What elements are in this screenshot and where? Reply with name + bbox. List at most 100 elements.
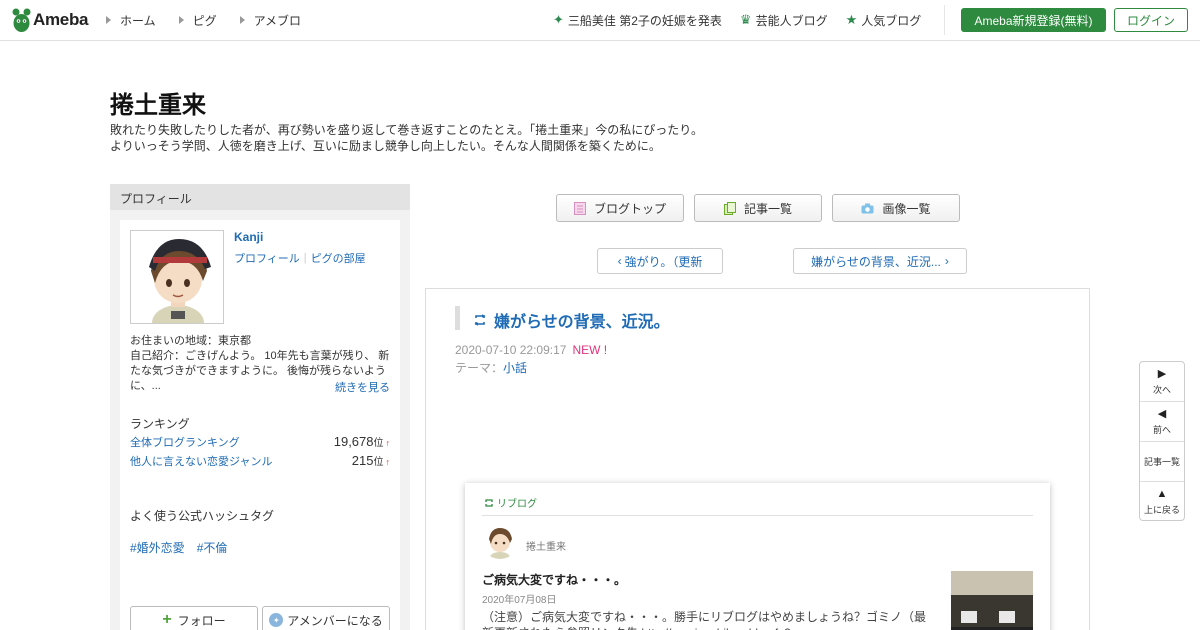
trend-up-icon: ↑ bbox=[385, 457, 391, 467]
reblog-author[interactable]: 捲土重来 bbox=[526, 538, 566, 553]
ranking-value: 215位 ↑ bbox=[352, 453, 390, 468]
ranking-value: 19,678位 ↑ bbox=[334, 434, 390, 449]
header-divider bbox=[944, 5, 945, 35]
prev-article-label: 強がり。（更新 bbox=[624, 254, 703, 269]
side-navigation: ▶ 次へ ◀ 前へ 記事一覧 ▲ 上に戻る bbox=[1139, 361, 1185, 521]
login-button[interactable]: ログイン bbox=[1114, 8, 1188, 32]
reblog-icon bbox=[474, 314, 486, 326]
ranking-number: 215 bbox=[351, 453, 374, 468]
article-list-side-button[interactable]: 記事一覧 bbox=[1140, 442, 1184, 482]
star-icon: ★ bbox=[845, 12, 858, 27]
global-header: Ameba ホーム ピグ アメブロ ✦ 三船美佳 第2子の妊娠を発表 ♛ 芸能人ブロ… bbox=[0, 0, 1200, 41]
image-list-button[interactable]: 画像一覧 bbox=[832, 194, 960, 222]
popular-blog-label: 人気ブログ bbox=[861, 13, 922, 28]
next-button[interactable]: ▶ 次へ bbox=[1140, 362, 1184, 402]
nav-pigg[interactable]: ピグ bbox=[178, 12, 217, 29]
reblog-thumbnail[interactable] bbox=[951, 571, 1033, 630]
prev-button[interactable]: ◀ 前へ bbox=[1140, 402, 1184, 442]
prev-article-link[interactable]: ‹ 強がり。（更新 bbox=[597, 248, 723, 274]
hashtag-list: #婚外恋愛 #不倫 bbox=[130, 539, 227, 556]
triangle-right-icon bbox=[106, 16, 111, 24]
ranking-unit: 位 bbox=[373, 438, 384, 449]
link-separator: | bbox=[303, 252, 307, 264]
avatar-image bbox=[482, 523, 518, 559]
amember-button[interactable]: ✦ アメンバーになる bbox=[262, 606, 390, 630]
pigg-room-link[interactable]: ピグの部屋 bbox=[311, 250, 366, 266]
ranking-label[interactable]: 他人に言えない恋愛ジャンル bbox=[130, 453, 272, 469]
chevron-left-icon: ‹ bbox=[617, 254, 622, 268]
triangle-right-icon bbox=[178, 16, 184, 24]
blog-description-line: よりいっそう学問、人徳を磨き上げ、互いに励まし競争し向上したい。そんな人間関係を… bbox=[110, 139, 661, 153]
read-more-link[interactable]: 続きを見る bbox=[335, 379, 390, 395]
logo-text: Ameba bbox=[33, 10, 89, 29]
ranking-title: ランキング bbox=[130, 417, 190, 431]
ranking-number: 19,678 bbox=[333, 434, 374, 449]
ranking-row: 全体ブログランキング 19,678位 ↑ bbox=[130, 434, 390, 450]
crown-icon: ♛ bbox=[739, 12, 752, 27]
new-badge: NEW ! bbox=[572, 343, 608, 357]
next-label: 次へ bbox=[1152, 384, 1171, 395]
celebrity-blog-link[interactable]: ♛ 芸能人ブログ bbox=[740, 12, 828, 29]
celebrity-blog-label: 芸能人ブログ bbox=[755, 13, 828, 28]
ranking-unit: 位 bbox=[373, 457, 384, 468]
title-accent-bar bbox=[455, 306, 460, 330]
nav-ameblo[interactable]: アメブロ bbox=[239, 12, 302, 29]
profile-links: プロフィール | ピグの部屋 bbox=[234, 250, 366, 266]
image-list-label: 画像一覧 bbox=[882, 201, 931, 216]
article-list-button[interactable]: 記事一覧 bbox=[694, 194, 822, 222]
divider bbox=[482, 515, 1033, 516]
blog-top-button[interactable]: ブログトップ bbox=[556, 194, 684, 222]
document-icon bbox=[573, 201, 586, 215]
plus-icon: + bbox=[162, 611, 172, 628]
ranking-row: 他人に言えない恋愛ジャンル 215位 ↑ bbox=[130, 453, 390, 469]
article-meta: 2020-07-10 22:09:17 NEW ! bbox=[455, 343, 607, 357]
nav-pigg-label: ピグ bbox=[192, 13, 217, 28]
profile-name[interactable]: Kanji bbox=[234, 230, 263, 244]
follow-button[interactable]: + フォロー bbox=[130, 606, 258, 630]
blog-title[interactable]: 捲土重来 bbox=[110, 85, 206, 120]
avatar-image bbox=[131, 231, 223, 323]
hashtag-link[interactable]: #婚外恋愛 bbox=[130, 539, 185, 556]
next-article-link[interactable]: 嫌がらせの背景、近況... › bbox=[793, 248, 967, 274]
play-left-icon: ◀ bbox=[1157, 407, 1167, 420]
nav-ameblo-label: アメブロ bbox=[253, 13, 302, 28]
prev-label: 前へ bbox=[1152, 424, 1171, 435]
header-nav: ホーム ピグ アメブロ bbox=[106, 0, 324, 40]
reblog-author-avatar[interactable] bbox=[482, 523, 518, 559]
article-title[interactable]: 嫌がらせの背景、近況。 bbox=[473, 308, 670, 332]
next-article-label: 嫌がらせの背景、近況... bbox=[811, 254, 941, 269]
trend-up-icon: ↑ bbox=[385, 438, 391, 448]
blog-top-label: ブログトップ bbox=[593, 201, 666, 216]
trending-news-label: 三船美佳 第2子の妊娠を発表 bbox=[567, 13, 722, 28]
follow-label: フォロー bbox=[177, 613, 226, 628]
nav-home[interactable]: ホーム bbox=[106, 12, 156, 29]
trending-news-link[interactable]: ✦ 三船美佳 第2子の妊娠を発表 bbox=[553, 12, 722, 29]
amember-label: アメンバーになる bbox=[287, 613, 383, 628]
ranking-label[interactable]: 全体ブログランキング bbox=[130, 434, 240, 450]
hashtag-link[interactable]: #不倫 bbox=[197, 539, 228, 556]
theme-link[interactable]: 小話 bbox=[503, 361, 527, 375]
triangle-up-icon: ▲ bbox=[1156, 488, 1168, 500]
reblog-excerpt: （注意）ご病気大変ですね・・・。勝手にリブログはやめましょうね？ゴミノ（最新更新… bbox=[482, 610, 927, 630]
blog-description-line: 敗れたり失敗したりした者が、再び勢いを盛り返して巻き返すことのたとえ。「捲土重来… bbox=[110, 123, 704, 137]
reblog-label: リブログ bbox=[497, 499, 537, 510]
hashtag-title: よく使う公式ハッシュタグ bbox=[130, 509, 275, 523]
amember-icon: ✦ bbox=[269, 613, 284, 627]
reblog-title[interactable]: ご病気大変ですね・・・。 bbox=[482, 571, 626, 588]
profile-link[interactable]: プロフィール bbox=[234, 250, 300, 266]
reblog-header: リブログ bbox=[484, 495, 537, 510]
ameba-mascot-icon bbox=[12, 8, 31, 32]
theme-label: テーマ： bbox=[455, 361, 504, 375]
register-button[interactable]: Ameba新規登録(無料) bbox=[961, 8, 1106, 32]
nav-home-label: ホーム bbox=[120, 13, 156, 28]
popular-blog-link[interactable]: ★ 人気ブログ bbox=[846, 12, 922, 29]
blog-description: 敗れたり失敗したりした者が、再び勢いを盛り返して巻き返すことのたとえ。「捲土重来… bbox=[110, 122, 750, 154]
copy-icon bbox=[723, 201, 736, 215]
avatar[interactable] bbox=[130, 230, 224, 324]
ameba-logo[interactable]: Ameba bbox=[12, 7, 88, 33]
thumbnail-image bbox=[951, 571, 1033, 630]
triangle-right-icon bbox=[239, 16, 245, 24]
article-datetime: 2020-07-10 22:09:17 bbox=[455, 343, 567, 357]
article-list-side-label: 記事一覧 bbox=[1143, 457, 1180, 467]
back-to-top-button[interactable]: ▲ 上に戻る bbox=[1140, 482, 1184, 522]
